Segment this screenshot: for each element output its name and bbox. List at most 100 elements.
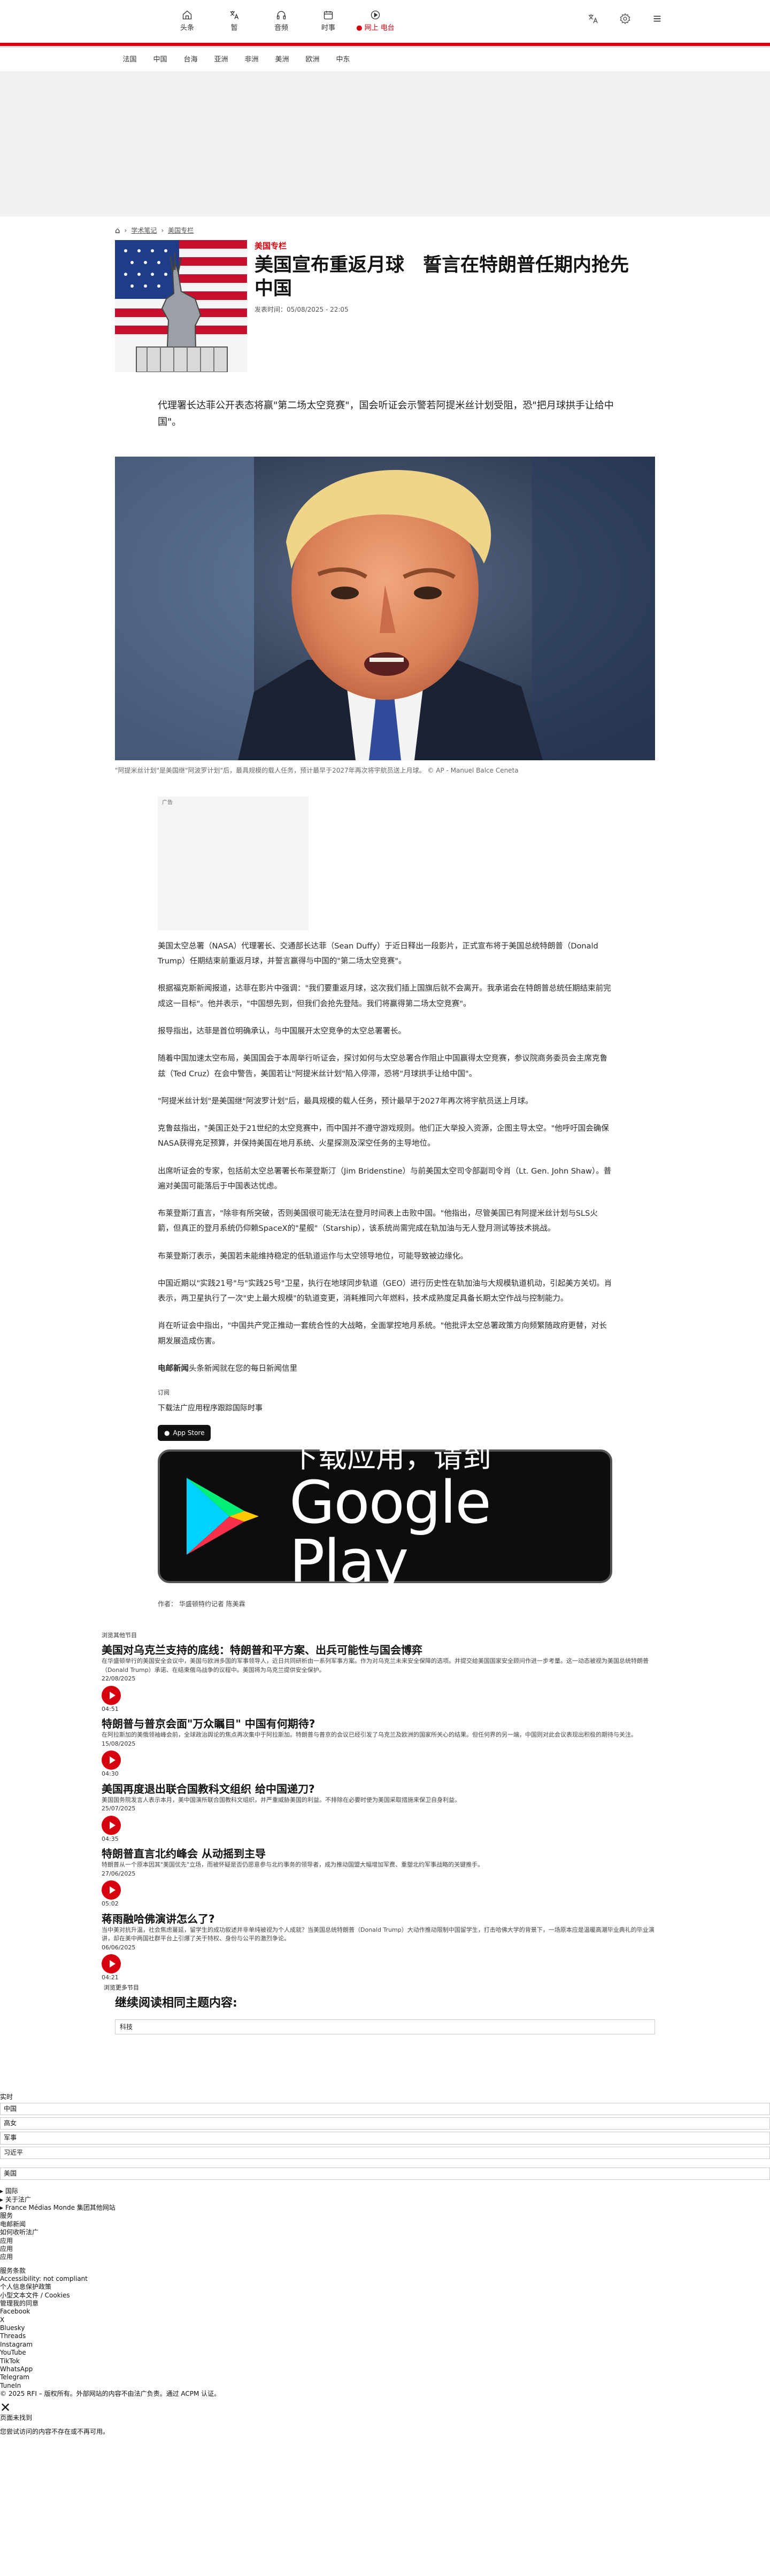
footer-link[interactable]: 个人信息保护政策 [0, 2283, 770, 2291]
ad-label: 广告 [162, 799, 173, 806]
google-play-text: 下载应用，请到 Google Play [289, 1441, 589, 1591]
body-paragraph: 中国近期以"实践21号"与"实践25号"卫星，执行在地球同步轨道（GEO）进行历… [158, 1279, 612, 1304]
menu-icon[interactable] [650, 12, 664, 26]
calendar-icon [322, 9, 334, 21]
notice-text: 您尝试访问的内容不存在或不再可用。 [0, 2427, 110, 2435]
footer-link[interactable]: 如何收听法广 [0, 2228, 770, 2236]
newsletter-promo: 电邮新闻头条新闻就在您的每日新闻信里 [158, 1361, 612, 1376]
nav-label: 头条 [180, 24, 194, 33]
footer-link[interactable]: 电邮新闻 [0, 2220, 770, 2228]
article-author: 作者： 华盛顿特约记者 陈美霖 [158, 1600, 245, 1608]
headphones-icon [275, 9, 287, 21]
body-paragraph: 克鲁兹指出，"美国正处于21世纪的太空竞赛中，而中国并不遵守游戏规则。他们正大举… [158, 1124, 609, 1148]
subnav-item-europe[interactable]: 欧洲 [297, 55, 328, 65]
footer-link[interactable]: 小型文本文件 / Cookies [0, 2292, 770, 2300]
trending-tag[interactable]: 中国 [0, 2102, 770, 2115]
audio-duration: 04:21 [102, 1974, 119, 1981]
audio-duration: 05:02 [102, 1900, 119, 1908]
list-item: 特朗普与普京会面"万众瞩目" 中国有何期待? 在阿拉斯加的美俄领袖峰会前，全球政… [102, 1717, 663, 1779]
home-icon[interactable]: ⌂ [115, 225, 120, 237]
footer-link[interactable]: ▸ 关于法广 [0, 2196, 770, 2204]
footer-link-label: 关于法广 [5, 2195, 31, 2203]
play-icon[interactable] [102, 1815, 121, 1835]
related-title[interactable]: 特朗普直言北约峰会 从动摇到主导 [102, 1847, 663, 1861]
social-youtube[interactable]: YouTube [0, 2349, 770, 2357]
subscribe-button[interactable]: 订阅 [158, 1389, 612, 1398]
subnav-item-africa[interactable]: 非洲 [236, 55, 267, 65]
trending-tag[interactable]: 高女 [0, 2117, 770, 2130]
footer-link[interactable]: ▸ 国际 [0, 2187, 770, 2195]
footer-link[interactable]: ▸ France Médias Monde 集团其他网站 [0, 2204, 770, 2212]
nav-item-headlines[interactable]: 头条 [164, 0, 211, 43]
footer-link[interactable]: 服务 [0, 2212, 770, 2220]
nav-item-audio[interactable]: 音频 [258, 0, 305, 43]
subnav-item-middle-east[interactable]: 中东 [328, 55, 358, 65]
breadcrumb-item[interactable]: 美国专栏 [168, 226, 194, 235]
play-icon[interactable] [102, 1750, 121, 1770]
settings-icon[interactable] [618, 12, 632, 26]
social-tiktok[interactable]: TikTok [0, 2357, 770, 2365]
play-icon[interactable] [102, 1685, 121, 1705]
body-paragraph: 随着中国加速太空布局，美国国会于本周举行听证会，探讨如何与太空总署合作阻止中国赢… [158, 1054, 607, 1078]
social-threads[interactable]: Threads [0, 2332, 770, 2340]
footer-link[interactable]: 应用 [0, 2237, 770, 2245]
body-paragraph: 布莱登斯汀直言，"除非有所突破，否则美国很可能无法在登月时间表上击败中国。"他指… [158, 1209, 598, 1233]
related-date: 06/06/2025 [102, 1943, 136, 1951]
footer-link[interactable]: 服务条款 [0, 2267, 770, 2275]
social-tunein[interactable]: TuneIn [0, 2382, 770, 2390]
primary-nav: 头条 暂 音频 时事 ● 网上 电台 [164, 0, 399, 43]
breadcrumb-item[interactable]: 学术笔记 [131, 226, 157, 235]
article-title: 美国宣布重返月球 誓言在特朗普任期内抢先中国 [255, 254, 629, 299]
related-title[interactable]: 蒋雨融哈佛演讲怎么了? [102, 1912, 663, 1926]
more-programs-link[interactable]: 浏览更多节目 [104, 1984, 663, 1993]
article-body: 美国太空总署（NASA）代理署长、交通部长达菲（Sean Duffy）于近日释出… [158, 939, 612, 1609]
language-translate-icon[interactable] [586, 12, 600, 26]
related-title[interactable]: 美国再度退出联合国教科文组织 给中国递刀? [102, 1782, 663, 1796]
play-icon[interactable] [102, 1880, 121, 1900]
social-facebook[interactable]: Facebook [0, 2308, 770, 2316]
topic-tag[interactable]: 科技 [115, 2019, 655, 2035]
social-telegram[interactable]: Telegram [0, 2373, 770, 2381]
app-store-badge[interactable]: ● App Store [158, 1424, 211, 1441]
inline-ad-slot: 广告 [158, 796, 309, 930]
nav-item-temp[interactable]: 暂 [211, 0, 258, 43]
article-header: 美国专栏 美国宣布重返月球 誓言在特朗普任期内抢先中国 发表时间：05/08/2… [115, 240, 655, 372]
nav-label: ● 网上 电台 [356, 23, 395, 34]
trending-tag[interactable]: 军事 [0, 2132, 770, 2145]
body-paragraph: "阿提米丝计划"是美国继"阿波罗计划"后，最具规模的载人任务，预计最早于2027… [158, 1097, 533, 1106]
related-title[interactable]: 美国对乌克兰支持的底线：特朗普和平方案、出兵可能性与国会博弈 [102, 1643, 663, 1657]
subnav-item-france[interactable]: 法国 [114, 55, 145, 65]
footer-link[interactable]: 应用 [0, 2253, 770, 2261]
google-play-banner[interactable]: 下载应用，请到 Google Play [158, 1441, 612, 1591]
social-x[interactable]: X [0, 2316, 770, 2324]
footer-link[interactable]: 管理我的同意 [0, 2300, 770, 2308]
subnav-item-americas[interactable]: 美洲 [267, 55, 297, 65]
nav-item-news[interactable]: 时事 [305, 0, 352, 43]
play-icon[interactable] [102, 1954, 121, 1974]
list-item: 特朗普直言北约峰会 从动摇到主导 特朗普从一个原本因其"美国优先"立场，而被怀疑… [102, 1847, 663, 1909]
subnav-item-asia[interactable]: 亚洲 [206, 55, 236, 65]
audio-duration: 04:51 [102, 1705, 119, 1713]
article-kicker[interactable]: 美国专栏 [255, 240, 640, 252]
social-instagram[interactable]: Instagram [0, 2341, 770, 2349]
live-radio-label: 网上 电台 [364, 24, 395, 33]
trending-tag[interactable]: 习近平 [0, 2146, 770, 2159]
newsletter-title: 电邮新闻 [158, 1364, 189, 1373]
related-date: 25/07/2025 [102, 1805, 136, 1813]
social-bluesky[interactable]: Bluesky [0, 2324, 770, 2332]
subnav-item-taiwan-strait[interactable]: 台海 [175, 55, 206, 65]
article-lead: 代理署长达菲公开表态将赢"第二场太空竞赛"，国会听证会示警若阿提米丝计划受阻，恐… [158, 400, 614, 428]
related-description: 特朗普从一个原本因其"美国优先"立场，而被怀疑是否仍愿意参与北约事务的领导者，成… [102, 1861, 484, 1869]
copyright: © 2025 RFI – 版权所有。外部网站的内容不由法广负责。通过 ACPM … [0, 2390, 221, 2397]
footer-link[interactable]: 应用 [0, 2245, 770, 2253]
nav-item-live-radio[interactable]: ● 网上 电台 [352, 0, 399, 43]
related-title[interactable]: 特朗普与普京会面"万众瞩目" 中国有何期待? [102, 1717, 663, 1731]
footer-link[interactable]: Accessibility: not compliant [0, 2275, 770, 2283]
related-description: 当中美对抗升温，社会焦虑蔓延，留学生的成功叙述并非单纯被视为个人成就？当美国总统… [102, 1926, 654, 1942]
close-icon[interactable]: ✕ [0, 2401, 770, 2414]
google-play-line2: Google Play [289, 1468, 491, 1596]
subnav-item-china[interactable]: 中国 [145, 55, 175, 65]
social-whatsapp[interactable]: WhatsApp [0, 2365, 770, 2373]
trending-tag[interactable]: 美国 [0, 2168, 770, 2180]
related-programs: 浏览其他节目 美国对乌克兰支持的底线：特朗普和平方案、出兵可能性与国会博弈 在华… [102, 1631, 663, 2035]
